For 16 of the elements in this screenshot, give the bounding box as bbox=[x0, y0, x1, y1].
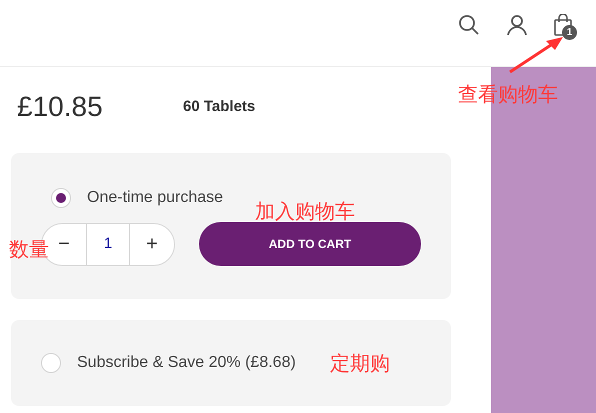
radio-button[interactable] bbox=[51, 188, 71, 208]
annotation-arrow bbox=[508, 36, 564, 74]
user-icon[interactable] bbox=[506, 14, 528, 36]
pack-size: 60 Tablets bbox=[183, 96, 256, 117]
price: £10.85 bbox=[17, 90, 104, 124]
option-label: Subscribe & Save 20% (£8.68) bbox=[77, 353, 296, 373]
option-label: One-time purchase bbox=[87, 188, 224, 208]
annotation-label: 加入购物车 bbox=[255, 200, 355, 225]
increase-button[interactable]: + bbox=[130, 224, 174, 264]
quantity-value[interactable]: 1 bbox=[87, 224, 130, 264]
radio-button[interactable] bbox=[41, 353, 61, 373]
annotation-label: 定期购 bbox=[330, 352, 390, 377]
search-icon[interactable] bbox=[458, 14, 480, 36]
cart-count-badge: 1 bbox=[562, 25, 577, 40]
add-to-cart-button[interactable]: ADD TO CART bbox=[199, 222, 421, 266]
shopping-bag-icon[interactable] bbox=[554, 14, 572, 36]
